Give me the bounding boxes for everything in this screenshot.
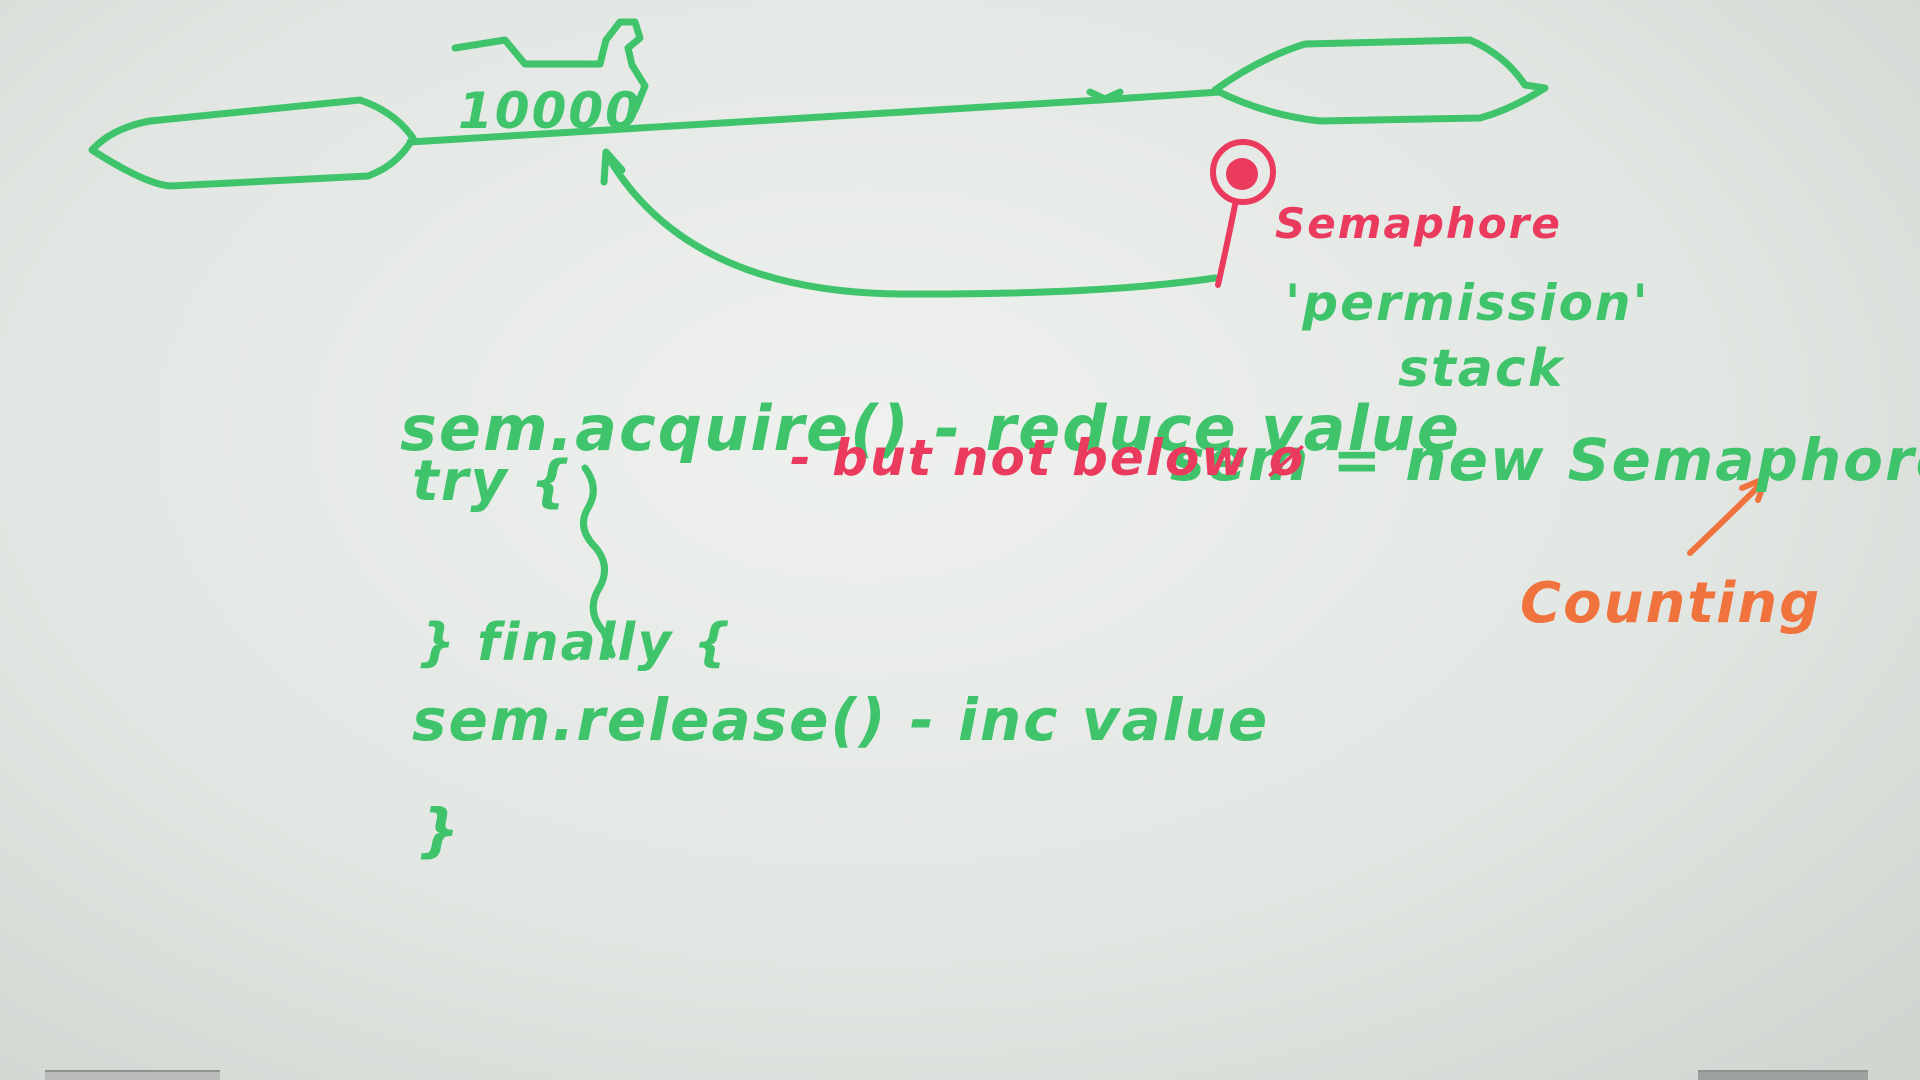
whiteboard: 10000 'permission' stack sem = new Semap… xyxy=(0,0,1920,1080)
semaphore-title: Semaphore xyxy=(1275,199,1562,248)
code-finally-line: } finally { xyxy=(418,613,732,673)
code-release-line: sem.release() - inc value xyxy=(412,686,1269,754)
code-close-brace: } xyxy=(418,796,461,864)
return-arrow-curve xyxy=(606,156,1219,298)
marker-tray-left xyxy=(45,1070,220,1080)
semaphore-desc-line2: stack xyxy=(1398,339,1566,399)
counting-label: Counting xyxy=(1520,571,1821,636)
thread-label: 10000 xyxy=(458,82,642,140)
track-hook xyxy=(1086,88,1124,103)
whiteboard-drawing: 10000 'permission' stack sem = new Semap… xyxy=(88,18,1920,864)
semaphore-desc-line1: 'permission' xyxy=(1285,274,1650,332)
code-try-line: try { xyxy=(412,449,572,514)
code-not-below-note: - but not below ø xyxy=(790,429,1305,487)
semaphore-light xyxy=(1226,158,1258,190)
left-hexagon-shape xyxy=(88,96,417,190)
semaphore-pole xyxy=(1215,202,1238,288)
right-hexagon-shape xyxy=(1211,36,1549,125)
marker-tray-right xyxy=(1698,1070,1868,1080)
